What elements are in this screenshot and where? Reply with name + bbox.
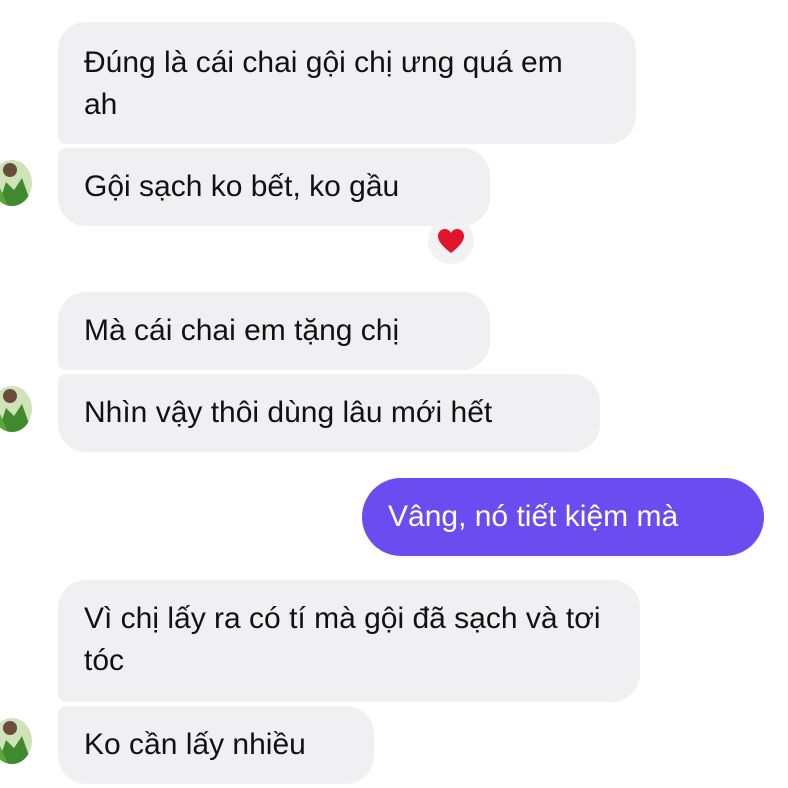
message-bubble-incoming[interactable]: Ko cần lấy nhiều	[58, 706, 374, 784]
message-text: Nhìn vậy thôi dùng lâu mới hết	[84, 396, 493, 429]
message-text: Vì chị lấy ra có tí mà gội đã sạch và tơ…	[84, 602, 601, 677]
message-text: Vâng, nó tiết kiệm mà	[388, 500, 679, 533]
contact-avatar[interactable]	[0, 718, 32, 764]
message-bubble-outgoing[interactable]: Vâng, nó tiết kiệm mà	[362, 478, 764, 556]
message-bubble-incoming[interactable]: Nhìn vậy thôi dùng lâu mới hết	[58, 374, 600, 452]
message-bubble-incoming[interactable]: Gội sạch ko bết, ko gầu	[58, 148, 490, 226]
message-bubble-incoming[interactable]: Mà cái chai em tặng chị	[58, 292, 490, 370]
heart-icon	[438, 229, 464, 253]
message-text: Gội sạch ko bết, ko gầu	[84, 170, 400, 203]
message-bubble-incoming[interactable]: Vì chị lấy ra có tí mà gội đã sạch và tơ…	[58, 580, 640, 702]
avatar-image	[0, 718, 32, 764]
contact-avatar[interactable]	[0, 386, 32, 432]
message-text: Ko cần lấy nhiều	[84, 728, 306, 761]
message-text: Mà cái chai em tặng chị	[84, 314, 400, 347]
avatar-image	[0, 386, 32, 432]
message-bubble-incoming[interactable]: Đúng là cái chai gội chị ưng quá em ah	[58, 22, 636, 144]
message-text: Đúng là cái chai gội chị ưng quá em ah	[84, 46, 563, 121]
reaction-badge[interactable]	[428, 218, 474, 264]
contact-avatar[interactable]	[0, 160, 32, 206]
avatar-image	[0, 160, 32, 206]
